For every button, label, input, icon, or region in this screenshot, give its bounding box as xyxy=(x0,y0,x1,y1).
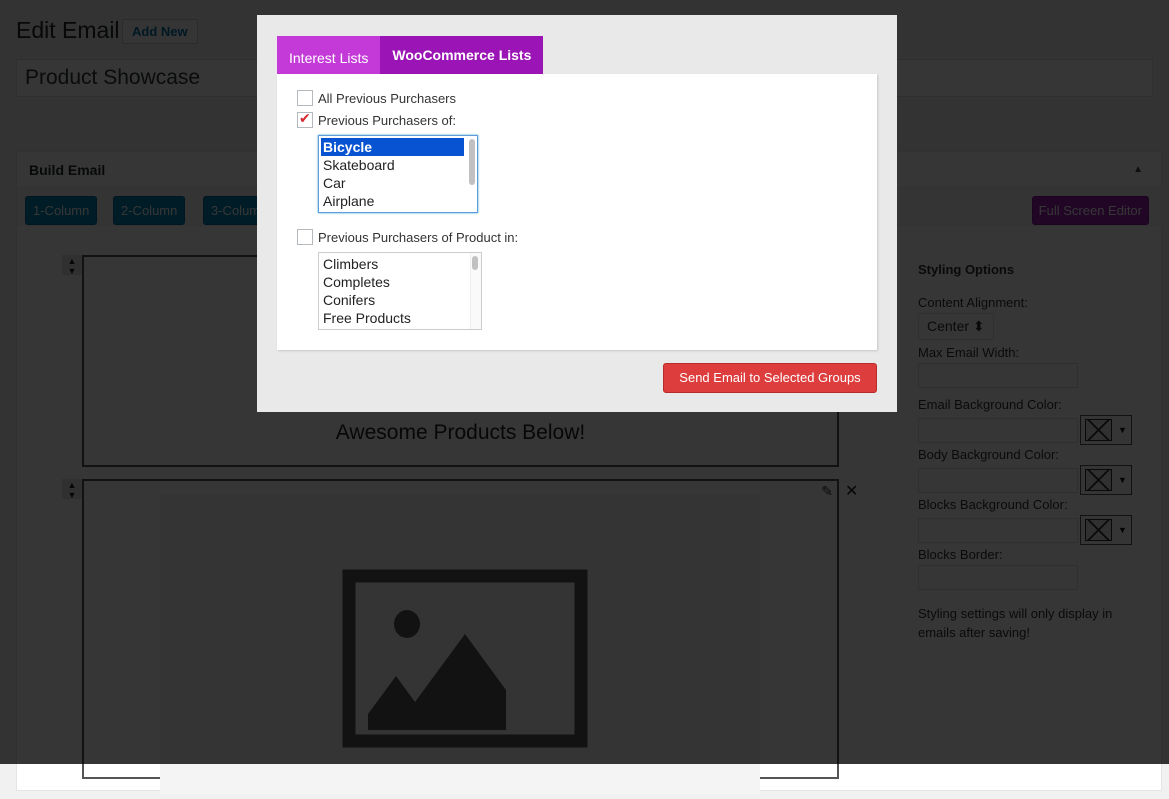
previous-purchasers-of-option[interactable]: Previous Purchasers of: xyxy=(297,110,457,128)
product-in-label: Previous Purchasers of Product in: xyxy=(318,229,519,245)
product-option[interactable]: Bicycle xyxy=(321,138,464,156)
product-in-option[interactable]: Previous Purchasers of Product in: xyxy=(297,229,518,245)
product-option[interactable]: Car xyxy=(321,174,464,192)
previous-purchasers-of-label: Previous Purchasers of: xyxy=(318,112,457,128)
products-listbox[interactable]: Bicycle Skateboard Car Airplane xyxy=(318,135,478,213)
tab-interest-lists[interactable]: Interest Lists xyxy=(277,36,381,74)
woocommerce-lists-panel: All Previous Purchasers Previous Purchas… xyxy=(277,74,877,350)
product-in-checkbox[interactable] xyxy=(297,229,313,245)
products-scrollbar[interactable] xyxy=(469,139,475,185)
category-option[interactable]: Free Products xyxy=(321,309,464,327)
send-email-button[interactable]: Send Email to Selected Groups xyxy=(663,363,877,393)
category-option[interactable]: Conifers xyxy=(321,291,464,309)
all-previous-purchasers-option[interactable]: All Previous Purchasers xyxy=(297,90,456,106)
tab-woocommerce-lists[interactable]: WooCommerce Lists xyxy=(380,36,544,74)
category-option[interactable]: Completes xyxy=(321,273,464,291)
category-option[interactable]: Climbers xyxy=(321,255,464,273)
modal-tabs: Interest Lists WooCommerce Lists xyxy=(277,36,544,74)
categories-scrollbar[interactable] xyxy=(472,256,478,270)
previous-purchasers-of-checkbox[interactable] xyxy=(297,110,313,128)
all-previous-purchasers-checkbox[interactable] xyxy=(297,90,313,106)
categories-listbox[interactable]: Climbers Completes Conifers Free Product… xyxy=(318,252,482,330)
all-previous-purchasers-label: All Previous Purchasers xyxy=(318,90,456,106)
product-option[interactable]: Airplane xyxy=(321,192,464,210)
send-email-modal: Interest Lists WooCommerce Lists All Pre… xyxy=(257,15,897,412)
product-option[interactable]: Skateboard xyxy=(321,156,464,174)
